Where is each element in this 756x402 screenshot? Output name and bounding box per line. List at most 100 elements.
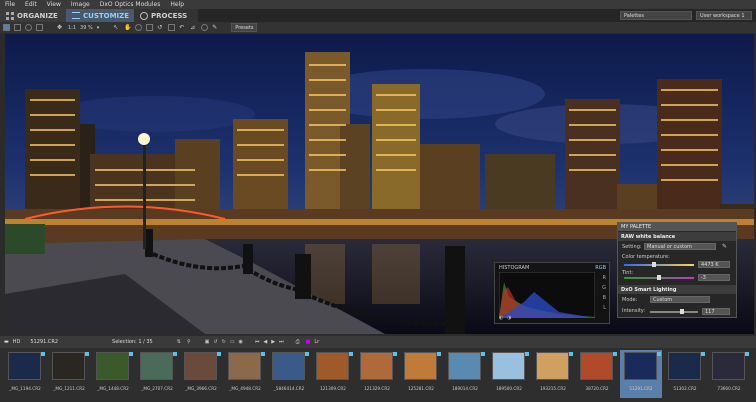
tint-slider-knob[interactable] (657, 275, 661, 280)
wb-temp-label: Color temperature: (622, 254, 670, 260)
temperature-slider-knob[interactable] (652, 262, 656, 267)
tint-input[interactable]: -3 (698, 274, 730, 281)
processed-badge-icon (657, 352, 661, 356)
filmstrip-thumb[interactable]: 121329.CR2 (356, 350, 398, 398)
palettes-dropdown[interactable]: Palettes (620, 11, 692, 20)
next-image-icon[interactable]: ▶ (271, 339, 275, 345)
color-label-icon[interactable]: ■ (306, 339, 311, 345)
ratio-button[interactable]: 1:1 (68, 25, 76, 31)
processed-badge-icon (613, 352, 617, 356)
grid-overlay-icon[interactable] (36, 24, 43, 31)
filmstrip-thumb[interactable]: _MG_1211.CR2 (48, 350, 90, 398)
filmstrip-thumb[interactable]: 193215.CR2 (532, 350, 574, 398)
pointer-icon[interactable]: ↖ (113, 24, 120, 31)
histogram-channel-g[interactable]: G (602, 285, 606, 291)
workspace-dropdown[interactable]: User workspace 1 (696, 11, 752, 20)
menu-image[interactable]: Image (66, 1, 95, 8)
filmstrip-thumb[interactable]: 189014.CR2 (444, 350, 486, 398)
last-image-icon[interactable]: ⏭ (279, 339, 284, 345)
filmstrip-thumb[interactable]: 189500.CR2 (488, 350, 530, 398)
thumbnail-label: 51291.CR2 (629, 386, 653, 391)
menu-optics-modules[interactable]: DxO Optics Modules (95, 1, 166, 8)
thumbnail-label: 121329.CR2 (364, 386, 390, 391)
thumbnail-label: 193215.CR2 (540, 386, 566, 391)
thumbnail-image (580, 352, 613, 380)
tab-process[interactable]: PROCESS (134, 9, 198, 22)
hand-icon[interactable]: ✋ (124, 24, 131, 31)
red-eye-icon[interactable] (201, 24, 209, 31)
print-icon[interactable]: ⎙ (296, 339, 300, 345)
slideshow-icon[interactable]: ▭ (230, 339, 235, 345)
lighting-mode-select[interactable]: Custom (650, 296, 710, 303)
fit-icon[interactable]: ▣ (205, 339, 210, 345)
lr-icon[interactable]: Lr (314, 339, 319, 345)
filmstrip-thumb[interactable]: _5846414.CR2 (268, 350, 310, 398)
filmstrip-thumb[interactable]: 125281.CR2 (400, 350, 442, 398)
prev-image-icon[interactable]: ◀ (263, 339, 267, 345)
move-icon[interactable]: ✥ (57, 24, 64, 31)
zoom-dropdown-icon[interactable]: ▾ (97, 25, 100, 31)
sort-icon[interactable]: ⇅ (177, 339, 181, 345)
intensity-slider[interactable] (650, 309, 698, 314)
tint-value: -3 (701, 274, 706, 281)
single-view-icon[interactable] (3, 24, 10, 31)
current-file: 51291.CR2 (30, 339, 59, 345)
rotate-icon[interactable]: ↺ (157, 24, 164, 31)
wb-title: RAW white balance (621, 233, 676, 240)
filmstrip-thumb[interactable]: 73660.CR2 (708, 350, 750, 398)
rotate-left-icon[interactable]: ↺ (213, 339, 217, 345)
temperature-input[interactable]: 4473 K (698, 261, 730, 268)
horizon-icon[interactable]: ⊿ (190, 24, 197, 31)
wb-setting-select[interactable]: Manual or custom (644, 243, 716, 250)
processed-badge-icon (569, 352, 573, 356)
lighting-section-header[interactable]: DxO Smart Lighting (618, 285, 736, 294)
tab-customize[interactable]: CUSTOMIZE (66, 9, 134, 22)
menu-view[interactable]: View (42, 1, 66, 8)
histogram-channel-l[interactable]: L (603, 305, 606, 311)
tint-slider[interactable] (624, 275, 694, 280)
menu-file[interactable]: File (0, 1, 20, 8)
temperature-slider[interactable] (624, 262, 694, 267)
filmstrip-thumb[interactable]: 121309.CR2 (312, 350, 354, 398)
rotate-right-icon[interactable]: ↻ (222, 339, 226, 345)
filmstrip-thumb[interactable]: 38720.CR2 (576, 350, 618, 398)
thumbnail-image (316, 352, 349, 380)
menu-help[interactable]: Help (165, 1, 189, 8)
tab-organize[interactable]: ORGANIZE (0, 9, 66, 22)
filmstrip-thumb[interactable]: 51291.CR2 (620, 350, 662, 398)
thumbnail-image (404, 352, 437, 380)
filmstrip-thumb[interactable]: 51302.CR2 (664, 350, 706, 398)
intensity-slider-knob[interactable] (680, 309, 684, 314)
magnifier-icon[interactable] (135, 24, 143, 31)
compare-icon[interactable]: ◉ (239, 339, 243, 345)
perspective-icon[interactable] (168, 24, 176, 31)
presets-dropdown[interactable]: Presets (231, 23, 258, 32)
filmstrip-thumb[interactable]: _MG_2707.CR2 (136, 350, 178, 398)
info-icon[interactable] (25, 24, 32, 31)
zoom-select[interactable]: 39 % (80, 25, 93, 31)
eyedropper-icon[interactable]: ✎ (722, 243, 727, 250)
histogram-channel-b[interactable]: B (603, 295, 606, 301)
menu-edit[interactable]: Edit (20, 1, 42, 8)
undo-icon[interactable]: ↶ (179, 24, 186, 31)
thumbnail-label: _MG_4948.CR2 (229, 386, 261, 391)
histogram-mode-rgb[interactable]: RGB (595, 265, 606, 271)
clip-shadows-icon[interactable]: ◐ (499, 315, 503, 321)
intensity-input[interactable]: 117 (702, 308, 730, 315)
eyedropper-icon[interactable]: ✎ (212, 24, 219, 31)
filmstrip-thumb[interactable]: _MG_3966.CR2 (180, 350, 222, 398)
processed-badge-icon (393, 352, 397, 356)
thumbnail-image (536, 352, 569, 380)
filmstrip-thumb[interactable]: _MG_1194.CR2 (4, 350, 46, 398)
crop-icon[interactable] (146, 24, 154, 31)
first-image-icon[interactable]: ⏮ (255, 339, 260, 345)
filmstrip-thumb[interactable]: _MG_4948.CR2 (224, 350, 266, 398)
filmstrip-thumb[interactable]: _MG_1448.CR2 (92, 350, 134, 398)
compare-view-icon[interactable] (14, 24, 21, 31)
histogram-channel-r[interactable]: R (603, 275, 606, 281)
clip-highlights-icon[interactable]: ◑ (507, 315, 511, 321)
wb-section-header[interactable]: RAW white balance (618, 232, 736, 241)
thumbnail-label: 73660.CR2 (717, 386, 741, 391)
processed-badge-icon (85, 352, 89, 356)
filter-icon[interactable]: ⚲ (187, 339, 191, 345)
